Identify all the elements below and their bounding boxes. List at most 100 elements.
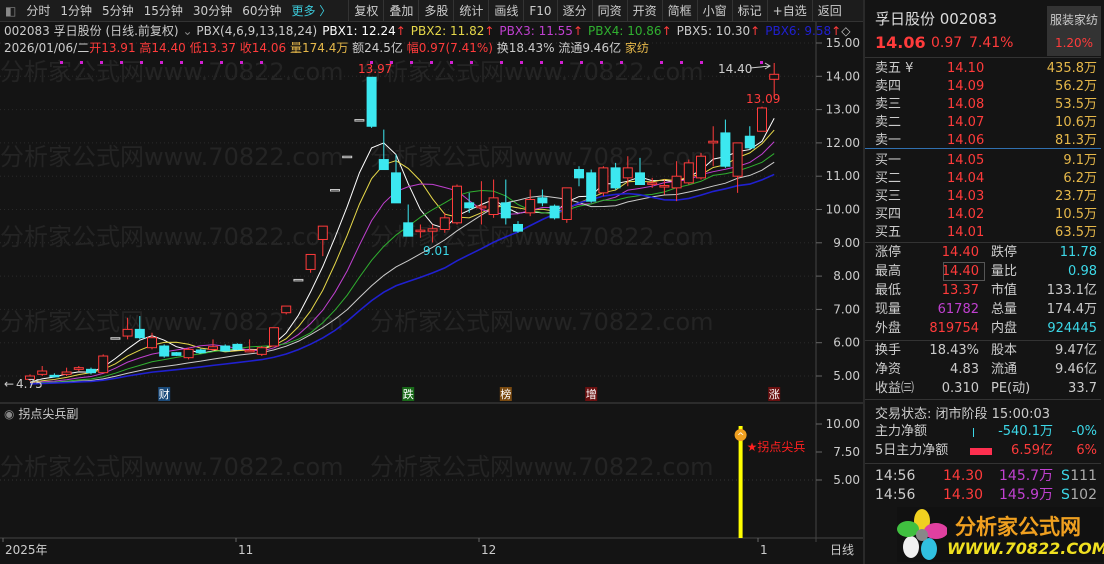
flow-bar [970,448,992,455]
stat-label: 涨停 [875,245,902,260]
kline-chart[interactable]: 分析家公式网www.70822.com 分析家公式网www.70822.com 分析… [0,0,863,564]
toolbar-button[interactable]: 简框 [661,0,697,21]
candle [293,278,304,282]
signal-label: ★拐点尖兵 [747,439,806,454]
ytick-label: 8.00 [833,269,860,283]
last-high-label: 14.40 [718,62,752,76]
float-shares: 流通9.46亿 [558,41,622,55]
flow-value: 6.59亿 [1011,443,1053,458]
toolbar-button[interactable]: F10 [523,0,556,21]
event-marker[interactable]: 涨 [768,387,781,401]
toolbar-button[interactable]: 多股 [418,0,453,21]
toolbar-button[interactable]: 标记 [731,0,767,21]
row-price: 14.04 [947,171,985,186]
event-marker[interactable]: 增 [585,387,598,401]
book-row[interactable]: 卖四 14.09 56.2万 [865,78,1101,96]
logo: 分析家公式网 WWW.70822.COM [897,507,1104,562]
book-row[interactable]: 卖三 14.08 53.5万 [865,96,1101,114]
stat-row: 现量 61782 总量 174.4万 [865,301,1101,319]
book-row[interactable]: 买一 14.05 9.1万 [865,152,1101,170]
dropdown-icon[interactable]: ⌄ [182,24,192,38]
book-row[interactable]: 卖五 ¥ 14.10 435.8万 [865,60,1101,78]
indicator-name[interactable]: PBX(4,6,9,13,18,24) [196,24,317,38]
toolbar-button[interactable]: 返回 [811,0,847,21]
period-30m[interactable]: 30分钟 [188,2,237,19]
period-label[interactable]: 日线 [830,543,854,557]
ytick-label: 10.00 [826,203,860,217]
stat-label: 最低 [875,283,902,298]
stat-row: 涨停 14.40 跌停 11.78 [865,244,1101,262]
sector-badge[interactable]: 服装家纺 1.20% [1047,6,1101,56]
trade-field: 145.7万 [999,468,1054,484]
flow-pct: 6% [1076,443,1097,458]
sidebar-toggle-icon[interactable]: ◧ [0,4,21,18]
turnover: 换18.43% [496,41,555,55]
watermark: 分析家公式网www.70822.com [0,453,344,481]
stat-value: 9.46亿 [1055,362,1097,377]
capital-flow-row: 主力净额 -540.1万 -0% [865,423,1101,441]
divider [865,463,1101,464]
toolbar-button[interactable]: 画线 [488,0,523,21]
up-arrow-icon: ↑ [661,24,672,38]
period-60m[interactable]: 60分钟 [237,2,286,19]
book-row[interactable]: 买二 14.04 6.2万 [865,170,1101,188]
watermark: 分析家公式网www.70822.com [370,143,714,171]
period-fen[interactable]: 分时 [21,2,55,19]
candle-body [208,346,218,350]
candle [696,152,706,180]
toolbar-button[interactable]: 统计 [453,0,488,21]
period-1m[interactable]: 1分钟 [55,2,97,19]
diamond-icon[interactable]: ◇ [841,24,850,38]
sub-title: ◉ 拐点尖兵副 [4,406,78,422]
toolbar-button[interactable]: 开资 [626,0,662,21]
book-row[interactable]: 买四 14.02 10.5万 [865,206,1101,224]
candle [269,327,279,347]
candle-body [500,202,511,219]
signal-dot [660,61,663,64]
up-arrow-icon: ↑ [750,24,761,38]
event-marker[interactable]: 跌 [402,387,415,401]
sector-link[interactable]: 家纺 [625,41,649,55]
toolbar-button[interactable]: 同资 [591,0,627,21]
watermark: 分析家公式网www.70822.com [370,453,714,481]
candle-body [403,222,414,237]
toolbar-button[interactable]: 复权 [348,0,383,21]
signal-dot [410,61,413,64]
toolbar-button[interactable]: 叠加 [383,0,418,21]
trade-row: 14:56 14.30 145.9万 S 102 [865,486,1101,504]
flow-value: -540.1万 [998,424,1053,439]
candle-body [220,345,231,352]
toolbar-button[interactable]: 逐分 [556,0,592,21]
dropdown-icon[interactable]: ◉ [4,407,14,421]
flow-bar [973,428,974,437]
signal-dot [140,61,143,64]
row-label: 卖三 [875,97,902,112]
event-marker[interactable]: 榜 [499,387,512,401]
watermark: 分析家公式网www.70822.com [0,223,344,251]
candle-body [476,205,487,209]
signal-dot [520,61,523,64]
signal-dot [620,61,623,64]
period-5m[interactable]: 5分钟 [97,2,139,19]
toolbar-button[interactable]: 小窗 [696,0,732,21]
candle-body [769,73,780,80]
stat-label: PE(动) [991,381,1031,396]
book-row[interactable]: 买五 14.01 63.5万 [865,224,1101,242]
signal-dot [220,61,223,64]
book-row[interactable]: 卖二 14.07 10.6万 [865,114,1101,132]
trade-field: 102 [1070,487,1097,503]
candle-body [110,337,121,340]
signal-dot [450,61,453,64]
toolbar-button[interactable]: +自选 [766,0,812,21]
event-marker[interactable]: 财 [158,387,171,401]
row-price: 14.09 [947,79,985,94]
stat-value: 0.98 [1068,264,1097,279]
book-row[interactable]: 买三 14.03 23.7万 [865,188,1101,206]
flower-logo-icon [897,509,947,560]
date: 2026/01/06/二 [4,41,90,55]
row-volume: 63.5万 [1055,225,1097,240]
period-15m[interactable]: 15分钟 [139,2,188,19]
row-label: 买三 [875,189,902,204]
more-button[interactable]: 更多 〉 [286,2,336,19]
candle [342,155,353,159]
